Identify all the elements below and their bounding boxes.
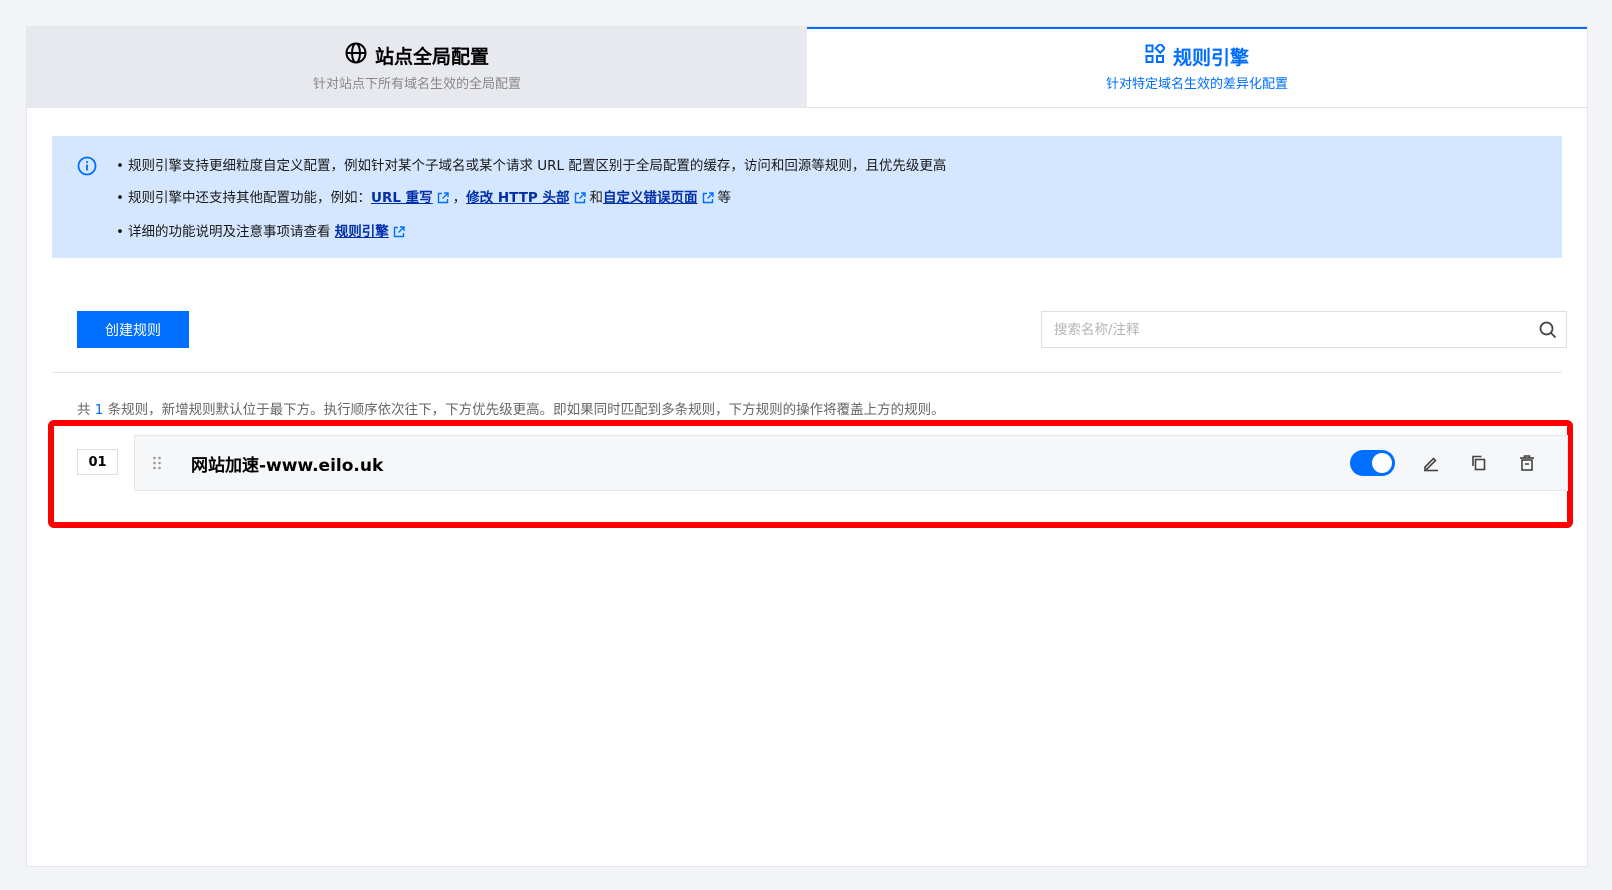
tab-title: 站点全局配置 bbox=[374, 45, 489, 68]
tab-subtitle: 针对站点下所有域名生效的全局配置 bbox=[312, 77, 521, 92]
http-header-link[interactable]: 修改 HTTP 头部 bbox=[466, 190, 569, 206]
external-link-icon bbox=[702, 184, 714, 216]
tab-bar: 站点全局配置 针对站点下所有域名生效的全局配置 规则引擎 针对特定域名生效的差异… bbox=[27, 27, 1587, 108]
url-rewrite-link[interactable]: URL 重写 bbox=[371, 190, 433, 206]
rule-count: 1 bbox=[94, 402, 104, 418]
create-rule-button[interactable]: 创建规则 bbox=[77, 311, 189, 348]
notice-item: 规则引擎支持更细粒度自定义配置，例如针对某个子域名或某个请求 URL 配置区别于… bbox=[116, 150, 1562, 182]
rule-summary: 共 1 条规则，新增规则默认位于最下方。执行顺序依次往下，下方优先级更高。即如果… bbox=[77, 402, 945, 418]
rule-name: 网站加速-www.eilo.uk bbox=[191, 455, 384, 476]
edit-icon[interactable] bbox=[1419, 451, 1443, 475]
external-link-icon bbox=[574, 184, 586, 216]
search-box bbox=[1041, 311, 1567, 348]
grid-icon bbox=[1145, 42, 1167, 71]
rule-actions bbox=[1350, 450, 1539, 476]
external-link-icon bbox=[437, 184, 449, 216]
rule-index: 01 bbox=[77, 449, 118, 475]
info-notice: 规则引擎支持更细粒度自定义配置，例如针对某个子域名或某个请求 URL 配置区别于… bbox=[52, 136, 1562, 258]
rule-item[interactable]: 网站加速-www.eilo.uk bbox=[134, 435, 1568, 491]
error-page-link[interactable]: 自定义错误页面 bbox=[603, 190, 698, 206]
notice-item: 规则引擎中还支持其他配置功能，例如：URL 重写，修改 HTTP 头部和自定义错… bbox=[116, 182, 1562, 216]
delete-icon[interactable] bbox=[1515, 451, 1539, 475]
notice-item: 详细的功能说明及注意事项请查看 规则引擎 bbox=[116, 216, 1562, 250]
main-panel: 站点全局配置 针对站点下所有域名生效的全局配置 规则引擎 针对特定域名生效的差异… bbox=[26, 26, 1588, 867]
toggle-knob bbox=[1372, 453, 1392, 473]
tab-rule-engine[interactable]: 规则引擎 针对特定域名生效的差异化配置 bbox=[807, 27, 1587, 107]
divider bbox=[52, 372, 1562, 373]
rule-enable-toggle[interactable] bbox=[1350, 450, 1395, 476]
copy-icon[interactable] bbox=[1467, 451, 1491, 475]
search-input[interactable] bbox=[1042, 312, 1530, 347]
external-link-icon bbox=[393, 218, 405, 250]
search-icon[interactable] bbox=[1530, 312, 1566, 347]
notice-list: 规则引擎支持更细粒度自定义配置，例如针对某个子域名或某个请求 URL 配置区别于… bbox=[78, 150, 1562, 250]
drag-handle-icon[interactable] bbox=[135, 455, 179, 471]
tab-title: 规则引擎 bbox=[1172, 46, 1249, 69]
globe-icon bbox=[345, 42, 367, 71]
tab-subtitle: 针对特定域名生效的差异化配置 bbox=[1105, 77, 1288, 92]
info-icon bbox=[77, 156, 97, 180]
rule-engine-doc-link[interactable]: 规则引擎 bbox=[335, 224, 389, 240]
tab-site-global-config[interactable]: 站点全局配置 针对站点下所有域名生效的全局配置 bbox=[27, 27, 807, 107]
